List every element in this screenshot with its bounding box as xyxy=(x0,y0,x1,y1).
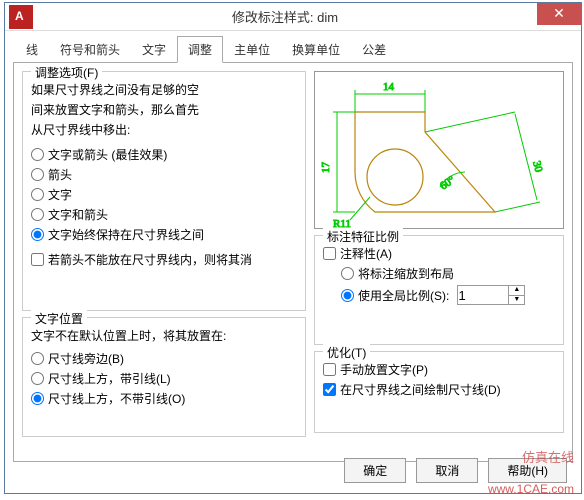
watermark-text: 仿真在线 xyxy=(522,447,574,466)
tune-legend: 优化(T) xyxy=(323,344,370,361)
text-pos-over-leader-radio[interactable] xyxy=(31,372,44,385)
scale-value-input[interactable] xyxy=(457,285,509,305)
preview-dim-17: 17 xyxy=(320,162,332,174)
tab-symbols[interactable]: 符号和箭头 xyxy=(49,36,131,63)
titlebar: 修改标注样式: dim ✕ xyxy=(5,3,581,31)
close-button[interactable]: ✕ xyxy=(537,3,581,25)
tab-bar: 线 符号和箭头 文字 调整 主单位 换算单位 公差 xyxy=(15,36,575,63)
scale-layout-radio[interactable] xyxy=(341,267,354,280)
scale-layout-label: 将标注缩放到布局 xyxy=(358,265,454,282)
draw-dimline-label: 在尺寸界线之间绘制尺寸线(D) xyxy=(340,381,501,398)
text-placement-legend: 文字位置 xyxy=(31,310,87,327)
text-placement-intro: 文字不在默认位置上时，将其放置在: xyxy=(31,327,297,344)
dialog-title: 修改标注样式: dim xyxy=(33,7,537,26)
preview-radius-11: R11 xyxy=(333,218,351,228)
tab-primary-units[interactable]: 主单位 xyxy=(223,36,281,63)
preview-angle-60: 60° xyxy=(438,174,458,193)
fit-options-legend: 调整选项(F) xyxy=(31,64,102,81)
scale-spinner[interactable]: ▲▼ xyxy=(509,285,525,305)
fit-radio-text[interactable] xyxy=(31,188,44,201)
preview-pane: 14 17 30 60° R11 xyxy=(314,71,564,229)
fit-radio-both-label: 文字和箭头 xyxy=(48,206,108,223)
tune-group: 优化(T) 手动放置文字(P) 在尺寸界线之间绘制尺寸线(D) xyxy=(314,351,564,433)
fit-radio-both[interactable] xyxy=(31,208,44,221)
fit-radio-either-label: 文字或箭头 (最佳效果) xyxy=(48,146,167,163)
fit-radio-always-label: 文字始终保持在尺寸界线之间 xyxy=(48,226,204,243)
scale-legend: 标注特征比例 xyxy=(323,228,403,245)
fit-intro-3: 从尺寸界线中移出: xyxy=(31,121,297,138)
preview-drawing: 14 17 30 60° R11 xyxy=(315,72,563,228)
fit-radio-either[interactable] xyxy=(31,148,44,161)
scale-overall-radio[interactable] xyxy=(341,289,354,302)
annotative-checkbox[interactable] xyxy=(323,247,336,260)
fit-suppress-arrows-label: 若箭头不能放在尺寸界线内，则将其消 xyxy=(48,251,252,268)
fit-radio-arrows[interactable] xyxy=(31,168,44,181)
cancel-button[interactable]: 取消 xyxy=(416,458,478,483)
text-pos-over-noleader-label: 尺寸线上方，不带引线(O) xyxy=(48,390,185,407)
text-placement-group: 文字位置 文字不在默认位置上时，将其放置在: 尺寸线旁边(B) 尺寸线上方，带引… xyxy=(22,317,306,437)
app-icon xyxy=(9,5,33,29)
scale-group: 标注特征比例 注释性(A) 将标注缩放到布局 使用全局比例(S): ▲▼ xyxy=(314,235,564,345)
fit-radio-always[interactable] xyxy=(31,228,44,241)
text-pos-beside-label: 尺寸线旁边(B) xyxy=(48,350,124,367)
fit-intro-1: 如果尺寸界线之间没有足够的空 xyxy=(31,81,297,98)
manual-text-label: 手动放置文字(P) xyxy=(340,361,428,378)
preview-dim-30: 30 xyxy=(530,160,545,174)
tab-text[interactable]: 文字 xyxy=(131,36,177,63)
tab-tolerance[interactable]: 公差 xyxy=(351,36,397,63)
text-pos-over-noleader-radio[interactable] xyxy=(31,392,44,405)
annotative-label: 注释性(A) xyxy=(340,245,392,262)
scale-overall-label: 使用全局比例(S): xyxy=(358,287,449,304)
tab-line[interactable]: 线 xyxy=(15,36,49,63)
fit-radio-text-label: 文字 xyxy=(48,186,72,203)
draw-dimline-checkbox[interactable] xyxy=(323,383,336,396)
ok-button[interactable]: 确定 xyxy=(344,458,406,483)
fit-intro-2: 间来放置文字和箭头，那么首先 xyxy=(31,101,297,118)
text-pos-over-leader-label: 尺寸线上方，带引线(L) xyxy=(48,370,171,387)
dialog-window: 修改标注样式: dim ✕ 线 符号和箭头 文字 调整 主单位 换算单位 公差 … xyxy=(4,2,582,494)
watermark-url: www.1CAE.com xyxy=(488,482,574,496)
fit-suppress-arrows-checkbox[interactable] xyxy=(31,253,44,266)
manual-text-checkbox[interactable] xyxy=(323,363,336,376)
fit-radio-arrows-label: 箭头 xyxy=(48,166,72,183)
preview-dim-14: 14 xyxy=(383,81,395,93)
fit-options-group: 调整选项(F) 如果尺寸界线之间没有足够的空 间来放置文字和箭头，那么首先 从尺… xyxy=(22,71,306,311)
tab-fit[interactable]: 调整 xyxy=(177,36,223,63)
text-pos-beside-radio[interactable] xyxy=(31,352,44,365)
tab-alternate-units[interactable]: 换算单位 xyxy=(281,36,351,63)
tab-panel: 调整选项(F) 如果尺寸界线之间没有足够的空 间来放置文字和箭头，那么首先 从尺… xyxy=(13,62,573,462)
